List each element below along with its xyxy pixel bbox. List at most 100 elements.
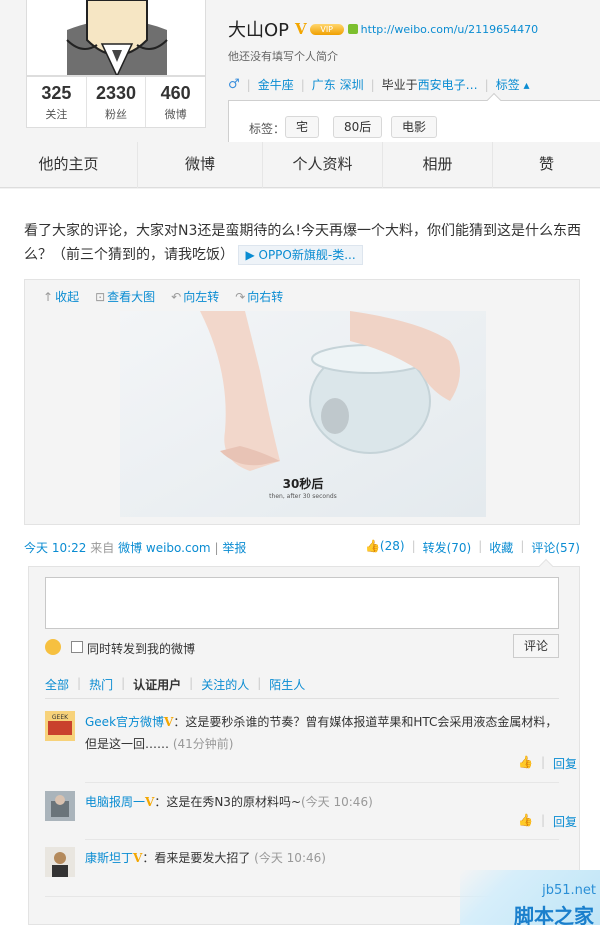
comment-text: 康斯坦丁V：看来是要发大招了 (今天 10:46): [85, 847, 559, 869]
tab-likes[interactable]: 赞: [493, 142, 600, 188]
comment-text: Geek官方微博V：这是要秒杀谁的节奏？曾有媒体报道苹果和HTC会采用液态金属材…: [85, 711, 559, 755]
filter-following[interactable]: 关注的人: [201, 676, 249, 693]
collapse-label: 收起: [55, 290, 80, 304]
image-caption: 30秒后: [282, 477, 324, 491]
reply-button[interactable]: 回复: [553, 813, 577, 830]
stat-followers[interactable]: 2330 粉丝: [87, 77, 147, 127]
tab-profile-info[interactable]: 个人资料: [263, 142, 383, 188]
view-large-button[interactable]: ⊡ 查看大图: [95, 288, 155, 305]
media-expanded: ↑ 收起 ⊡ 查看大图 ↶ 向左转 ↷ 向右转 30秒后 then, after…: [24, 279, 580, 525]
comment-body: ：看来是要发大招了: [142, 851, 251, 865]
location-link[interactable]: 广东 深圳: [312, 76, 364, 93]
profile-header: 325 关注 2330 粉丝 460 微博 大山OP V VIP http://…: [0, 0, 600, 152]
filter-hot[interactable]: 热门: [89, 676, 113, 693]
thumbs-up-icon: 👍: [364, 539, 380, 553]
verified-badge-icon: V: [133, 851, 143, 865]
submit-comment-button[interactable]: 评论: [513, 634, 559, 658]
comment-time: (41分钟前): [172, 737, 234, 751]
rotate-right-icon: ↷: [235, 290, 246, 304]
stat-following[interactable]: 325 关注: [27, 77, 87, 127]
post-actions: 👍(28) | 转发(70) | 收藏 | 评论(57): [364, 539, 580, 556]
stat-number: 2330: [95, 83, 137, 103]
avatar[interactable]: [45, 791, 75, 821]
reply-button[interactable]: 回复: [553, 755, 577, 772]
comment-user[interactable]: Geek官方微博: [85, 715, 164, 729]
username-row: 大山OP V VIP http://weibo.com/u/2119654470: [228, 16, 538, 42]
avatar[interactable]: [45, 847, 75, 877]
tag-item[interactable]: 80后: [333, 116, 383, 138]
tags-label: 标签：: [249, 122, 286, 136]
tag-item[interactable]: 宅: [285, 116, 320, 138]
tag-item[interactable]: 电影: [391, 116, 438, 138]
collapse-button[interactable]: ↑ 收起: [43, 288, 79, 305]
profile-url-link[interactable]: http://weibo.com/u/2119654470: [361, 23, 538, 36]
rotate-right-label: 向右转: [247, 290, 284, 304]
comment-time: (今天 10:46): [301, 795, 373, 809]
tag-toggle-button[interactable]: 标签 ▴: [496, 76, 530, 93]
post-text: 看了大家的评论，大家对N3还是蛮期待的么!今天再爆一个大料，你们能猜到这是什么东…: [24, 219, 590, 267]
video-icon: ▶: [245, 248, 259, 262]
repost-button[interactable]: 转发(70): [423, 539, 472, 556]
also-repost-label: 同时转发到我的微博: [87, 642, 196, 656]
profile-meta: ♂ | 金牛座 | 广东 深圳 | 毕业于 西安电子… | 标签 ▴: [228, 76, 530, 93]
tab-home[interactable]: 他的主页: [0, 142, 138, 188]
stat-number: 325: [41, 83, 72, 103]
also-repost-checkbox[interactable]: [71, 641, 83, 653]
source-link[interactable]: 微博 weibo.com: [118, 541, 211, 555]
tab-album[interactable]: 相册: [383, 142, 493, 188]
comment-input[interactable]: [45, 577, 559, 629]
education-link[interactable]: 西安电子…: [418, 76, 478, 93]
like-count: (28): [379, 539, 405, 553]
emoji-icon[interactable]: [45, 639, 61, 655]
view-large-label: 查看大图: [107, 290, 156, 304]
comment-user[interactable]: 电脑报周一: [85, 795, 145, 809]
verified-badge-icon[interactable]: V: [295, 20, 307, 38]
report-link[interactable]: 举报: [222, 541, 246, 555]
profile-intro: 他还没有填写个人简介: [228, 50, 338, 63]
video-link-label: OPPO新旗舰-类...: [258, 248, 356, 262]
stat-label: 粉丝: [105, 108, 127, 121]
vip-member-icon[interactable]: VIP: [309, 23, 344, 35]
stat-label: 关注: [45, 108, 68, 121]
comment-item: GEEK Geek官方微博V：这是要秒杀谁的节奏？曾有媒体报道苹果和HTC会采用…: [45, 711, 559, 771]
comment-actions: 👍 | 回复: [517, 755, 577, 772]
zoom-icon: ⊡: [95, 290, 106, 304]
zodiac-link[interactable]: 金牛座: [258, 76, 294, 93]
filter-all[interactable]: 全部: [45, 676, 69, 693]
rotate-right-button[interactable]: ↷ 向右转: [235, 288, 283, 305]
stat-posts[interactable]: 460 微博: [146, 77, 205, 127]
favorite-button[interactable]: 收藏: [489, 539, 513, 556]
filter-strangers[interactable]: 陌生人: [269, 676, 305, 693]
comment-button[interactable]: 评论(57): [531, 539, 580, 556]
tab-weibo[interactable]: 微博: [138, 142, 263, 188]
filter-verified[interactable]: 认证用户: [133, 676, 181, 693]
video-link[interactable]: ▶ OPPO新旗舰-类...: [238, 245, 363, 265]
post-image[interactable]: 30秒后 then, after 30 seconds: [120, 311, 486, 517]
avatar[interactable]: GEEK: [45, 711, 75, 741]
media-toolbar: ↑ 收起 ⊡ 查看大图 ↶ 向左转 ↷ 向右转: [43, 288, 299, 305]
rotate-left-icon: ↶: [171, 290, 182, 304]
comment-filters: 全部 | 热门 | 认证用户 | 关注的人 | 陌生人: [45, 676, 306, 693]
profile-stats: 325 关注 2330 粉丝 460 微博: [26, 76, 206, 128]
profile-avatar[interactable]: [26, 0, 206, 76]
verified-badge-icon: V: [164, 715, 174, 729]
education-prefix: 毕业于: [381, 78, 418, 92]
collapse-icon: ↑: [43, 290, 54, 304]
comment-actions: 👍 | 回复: [517, 813, 577, 830]
image-caption-sub: then, after 30 seconds: [269, 493, 337, 500]
comment-like-icon[interactable]: 👍: [518, 755, 533, 772]
watermark-domain: jb51.net: [542, 883, 596, 898]
post-time-link[interactable]: 今天 10:22: [24, 541, 86, 555]
home-link-icon: [347, 24, 358, 34]
source-prefix: 来自: [90, 541, 115, 555]
comment-like-icon[interactable]: 👍: [518, 813, 533, 830]
comment-user[interactable]: 康斯坦丁: [85, 851, 133, 865]
rotate-left-button[interactable]: ↶ 向左转: [171, 288, 219, 305]
comment-body: ：这是在秀N3的原材料吗~: [154, 795, 301, 809]
rotate-left-label: 向左转: [183, 290, 220, 304]
stat-number: 460: [160, 83, 191, 103]
comment-time: (今天 10:46): [254, 851, 326, 865]
stat-label: 微博: [164, 108, 187, 121]
like-button[interactable]: 👍(28): [365, 539, 405, 556]
comment-item: 电脑报周一V：这是在秀N3的原材料吗~(今天 10:46): [45, 791, 559, 831]
